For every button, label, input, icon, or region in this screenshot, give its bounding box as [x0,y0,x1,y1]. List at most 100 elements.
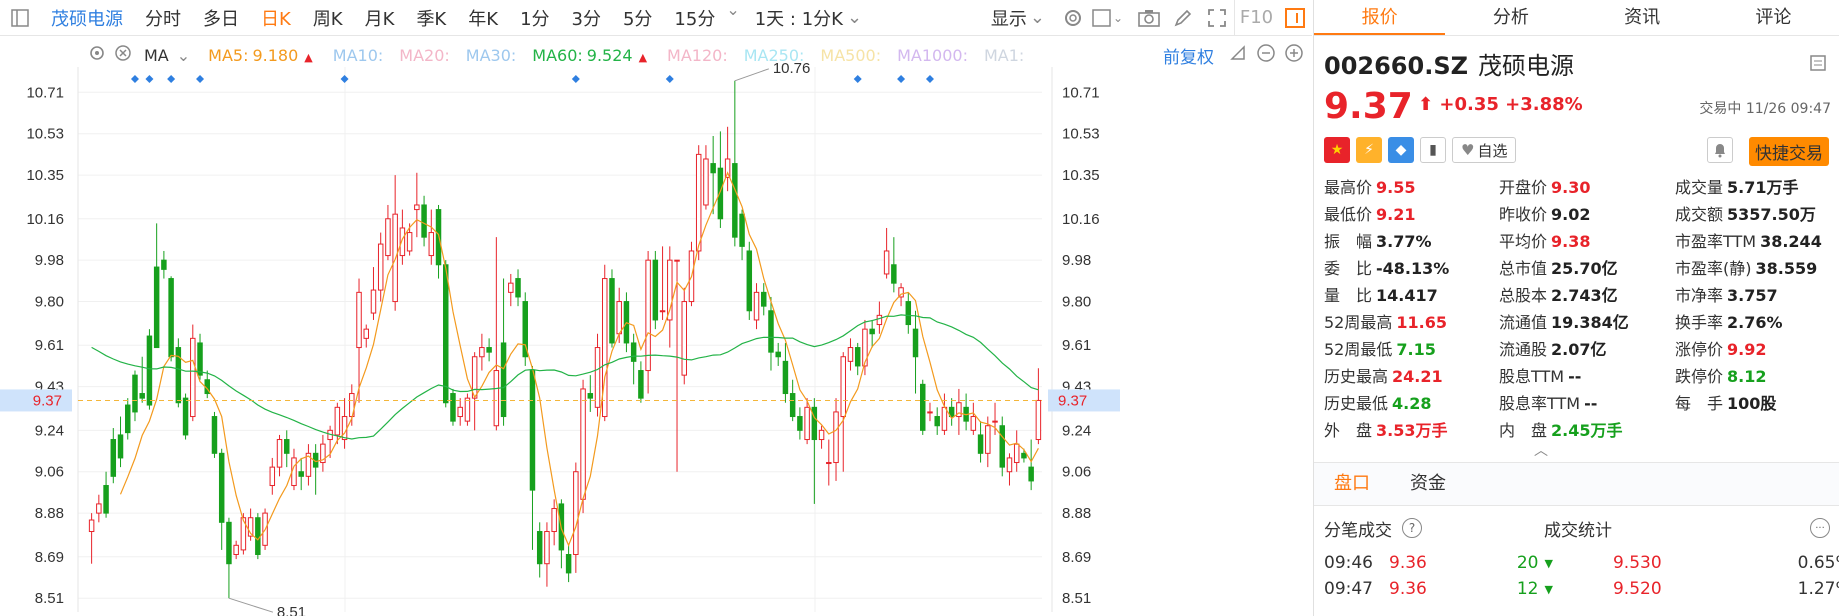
candle-down [905,301,912,326]
candle-down [204,379,210,395]
candle-up [616,301,622,335]
sidebar-toggle-icon[interactable] [0,0,40,36]
y-tick-label-left: 9.61 [35,337,64,354]
quote-tab[interactable]: 报价 [1314,0,1446,35]
ma-label[interactable]: MA [144,46,169,65]
candle-down [500,342,507,418]
ma-item[interactable]: MA30: [466,46,521,65]
interval-select[interactable]: 1天 : 1分K ⌄ [744,0,873,36]
ma-item[interactable]: MA120: [667,46,732,65]
quote-tab[interactable]: 分析 [1445,0,1576,35]
lightning-icon[interactable]: ⚡ [1356,137,1382,163]
period-tab[interactable]: 15分 [663,0,726,36]
ma-item[interactable]: MA500: [820,46,885,65]
china-flag-icon[interactable]: ★ [1324,137,1350,163]
stat-label: 市盈率(静) [1675,259,1752,278]
collapse-arrow-icon[interactable]: ︿ [1534,440,1548,460]
chevron-down-icon[interactable]: ⌄ [726,0,739,36]
price-tag-right [1048,389,1120,412]
period-tab[interactable]: 多日 [192,0,250,36]
candle-up [471,356,478,399]
stat-value: 7.15 [1396,340,1436,359]
candle-up [573,471,579,556]
stat-cell: 历史最高 24.21 [1324,363,1499,390]
collapse-icon[interactable] [1228,43,1248,67]
candle-down [226,521,232,565]
y-tick-label-right: 10.53 [1062,126,1100,143]
section-tab[interactable]: 盘口 [1314,462,1390,506]
section-tab[interactable]: 资金 [1390,462,1466,506]
bell-icon[interactable] [1707,137,1733,163]
candle-down [869,328,875,335]
quote-tab[interactable]: 资讯 [1577,0,1708,35]
period-tab[interactable]: 月K [354,0,406,36]
candle-down [161,259,167,270]
stat-label: 历史最高 [1324,367,1389,386]
ma-item[interactable]: MA60: 9.524 ▲ [532,46,655,65]
draw-pen-icon[interactable] [1166,0,1200,36]
chevron-down-icon[interactable]: ⌄ [177,46,190,65]
period-tab[interactable]: 3分 [561,0,612,36]
detail-icon[interactable] [1809,54,1827,76]
more-icon[interactable]: ··· [1810,518,1830,538]
candle-up [508,282,514,293]
ma-item[interactable]: MA250: [744,46,809,65]
stock-name[interactable]: 茂硕电源 [40,0,134,36]
triangle-up-icon: ▲ [638,50,648,64]
tag-icon[interactable]: ◆ [1388,137,1414,163]
bookmark-icon[interactable]: ▮ [1420,137,1446,163]
candle-down [218,452,225,523]
chart-settings-icon[interactable] [88,44,106,66]
candle-up [876,314,883,326]
candle-up [349,393,355,418]
price-tag-right-text: 9.37 [1058,392,1087,409]
candle-down [284,439,290,454]
candle-up [96,503,102,514]
camera-icon[interactable] [1132,0,1166,36]
adjust-button[interactable]: 前复权 [1163,43,1214,68]
display-label: 显示 [990,8,1027,30]
period-tab[interactable]: 季K [405,0,457,36]
quick-trade-button[interactable]: 快捷交易 [1749,137,1829,166]
watchlist-button[interactable]: ♥ 自选 [1452,137,1517,163]
y-tick-label-right: 9.06 [1062,464,1091,481]
period-tab[interactable]: 1分 [509,0,560,36]
candle-up [392,213,398,303]
candlestick-chart[interactable]: 10.71 10.71 10.53 10.53 10.35 10.35 10.16 10.16… [0,37,1312,616]
tick-pct: 0.65% [1797,553,1839,573]
period-tab[interactable]: 周K [302,0,354,36]
quote-tab[interactable]: 评论 [1708,0,1839,35]
y-tick-label-left: 10.16 [26,211,64,228]
candle-up [363,328,369,339]
period-tab[interactable]: 5分 [612,0,663,36]
ma-item[interactable]: MA5: 9.180 ▲ [208,46,321,65]
fullscreen-icon[interactable] [1200,0,1234,36]
y-tick-label-right: 9.43 [1062,379,1091,396]
frame-select-icon[interactable]: ⌄ [1090,0,1124,36]
period-tab[interactable]: 日K [250,0,302,36]
f10-button[interactable]: F10 [1234,0,1278,36]
help-icon[interactable]: ? [1402,518,1422,538]
ma-item[interactable]: MA10: [333,46,388,65]
ma-item[interactable]: MA1000: [897,46,972,65]
event-marker-icon [340,75,349,83]
chart-toolbar: 茂硕电源 分时 多日 日K 周K 月K 季K 年K 1分 3分 5分 15分 ⌄ 1天 : 1分K ⌄ … [0,0,1312,36]
panel-toggle-icon[interactable] [1278,0,1312,36]
zoom-in-icon[interactable] [1284,43,1304,67]
period-tab[interactable]: 年K [457,0,509,36]
kline-chart[interactable]: MA ⌄ MA5: 9.180 ▲ MA10: MA20: MA30: MA60: 9.524… [0,37,1312,616]
stat-cell: 内 盘 2.45万手 [1499,417,1675,444]
zoom-out-icon[interactable] [1256,43,1276,67]
ma-item[interactable]: MA20: [399,46,454,65]
candle-down [197,342,203,376]
candle-up [320,443,326,464]
settings-icon[interactable] [1056,0,1090,36]
ma-item[interactable]: MA1: [984,46,1028,65]
stat-label: 成交量 [1675,178,1724,197]
display-menu[interactable]: 显示 ⌄ [980,0,1056,36]
ma-name: MA500: [820,45,882,65]
period-tab[interactable]: 分时 [134,0,192,36]
candle-down [811,406,818,441]
close-circle-icon[interactable] [114,44,132,66]
stat-cell: 涨停价 9.92 [1675,336,1839,363]
